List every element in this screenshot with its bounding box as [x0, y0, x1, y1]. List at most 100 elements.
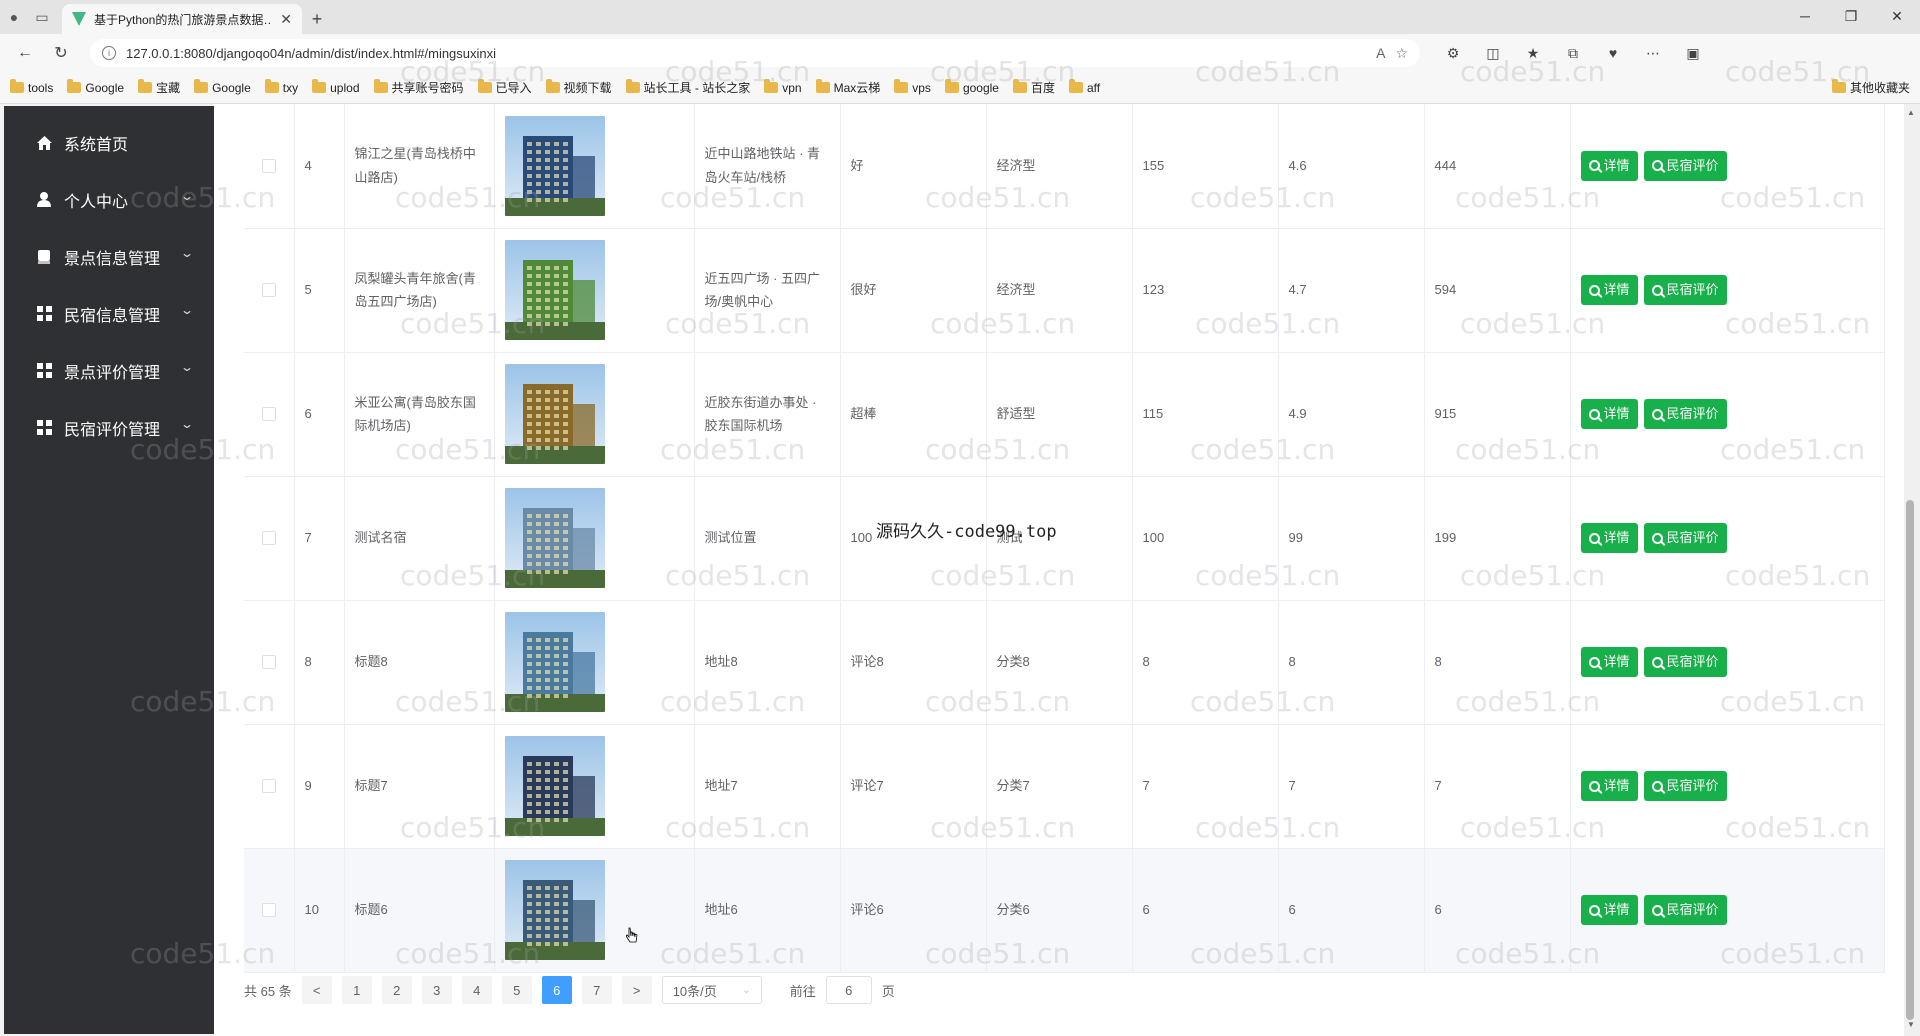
bookmark-item[interactable]: tools	[10, 79, 53, 95]
browser-tab[interactable]: 基于Python的热门旅游景点数据… ✕	[62, 4, 302, 34]
page-number-button[interactable]: 3	[421, 976, 452, 1004]
scroll-down-icon[interactable]: ▼	[1905, 1020, 1917, 1029]
split-screen-icon[interactable]: ◫	[1480, 40, 1506, 66]
detail-button-label: 详情	[1603, 282, 1630, 298]
search-icon	[1651, 284, 1663, 296]
detail-button[interactable]: 详情	[1580, 771, 1638, 801]
vue-favicon-icon	[72, 12, 86, 26]
site-info-icon[interactable]: i	[102, 46, 116, 60]
sidebar-item-5[interactable]: 景点评价管理 ⌄	[4, 342, 214, 399]
location-cell: 近胶东街道办事处 · 胶东国际机场	[694, 352, 841, 477]
favorite-star-icon[interactable]: ☆	[1395, 45, 1408, 62]
row-checkbox[interactable]	[261, 655, 276, 669]
sidebar-item-6[interactable]: 民宿评价管理 ⌄	[4, 399, 214, 456]
bookmark-item[interactable]: 视频下载	[545, 79, 612, 96]
search-icon	[1588, 532, 1600, 544]
review-button[interactable]: 民宿评价	[1643, 150, 1727, 181]
bookmark-item[interactable]: google	[944, 79, 999, 95]
new-tab-icon[interactable]: +	[302, 4, 332, 34]
other-bookmarks[interactable]: 其他收藏夹	[1831, 79, 1910, 96]
minimize-icon[interactable]: ─	[1782, 0, 1828, 32]
row-checkbox[interactable]	[261, 407, 276, 421]
actions-cell: 详情 民宿评价	[1570, 104, 1885, 229]
goto-page-input[interactable]: 6	[825, 976, 872, 1004]
collections-icon[interactable]: ⧉	[1560, 40, 1586, 66]
count-cell: 594	[1424, 228, 1571, 353]
scroll-up-icon[interactable]: ▲	[1905, 108, 1917, 117]
image-cell	[494, 352, 695, 477]
review-button[interactable]: 民宿评价	[1643, 399, 1727, 429]
bookmark-item[interactable]: vps	[894, 79, 931, 95]
close-window-icon[interactable]: ✕	[1874, 0, 1920, 32]
review-button[interactable]: 民宿评价	[1643, 647, 1727, 677]
page-number-button[interactable]: 5	[501, 976, 532, 1004]
scrollbar-thumb[interactable]	[1906, 500, 1914, 1020]
bookmark-item[interactable]: 已导入	[477, 79, 532, 96]
row-checkbox[interactable]	[261, 283, 276, 297]
bookmark-item[interactable]: 共享账号密码	[373, 79, 464, 96]
sidebar-item-1[interactable]: 系统首页	[4, 114, 214, 171]
tab-actions-icon[interactable]: ▭	[28, 3, 56, 31]
next-page-button[interactable]: >	[621, 976, 652, 1004]
bookmark-label: google	[962, 80, 999, 95]
sidebar-toggle-icon[interactable]: ▣	[1680, 40, 1706, 66]
chevron-down-icon: ⌄	[179, 417, 195, 431]
review-button[interactable]: 民宿评价	[1643, 771, 1727, 801]
bookmark-item[interactable]: 宝藏	[138, 79, 180, 96]
restore-icon[interactable]: ❐	[1828, 0, 1874, 32]
close-tab-icon[interactable]: ✕	[280, 11, 292, 28]
index-cell: 10	[294, 848, 345, 973]
back-icon[interactable]: ←	[10, 38, 40, 68]
reload-icon[interactable]: ↻	[46, 38, 76, 68]
browser-essentials-icon[interactable]: ♥	[1600, 40, 1626, 66]
index-cell: 9	[294, 724, 345, 849]
page-number-button[interactable]: 4	[461, 976, 492, 1004]
extensions-icon[interactable]: ⚙	[1440, 40, 1466, 66]
bookmark-item[interactable]: 百度	[1012, 79, 1055, 96]
detail-button[interactable]: 详情	[1580, 647, 1638, 677]
review-button[interactable]: 民宿评价	[1643, 523, 1727, 553]
sidebar-item-3[interactable]: 景点信息管理 ⌄	[4, 228, 214, 285]
detail-button-label: 详情	[1603, 530, 1630, 546]
checkbox-cell	[244, 848, 295, 973]
goto-prefix: 前往	[789, 983, 816, 999]
profile-icon[interactable]: ●	[0, 3, 28, 31]
row-checkbox[interactable]	[261, 531, 276, 545]
prev-page-button[interactable]: <	[301, 976, 332, 1004]
bookmark-item[interactable]: vpn	[764, 79, 802, 95]
review-cell: 超棒	[840, 352, 987, 477]
bookmark-item[interactable]: Google	[194, 79, 251, 95]
row-checkbox[interactable]	[261, 903, 276, 917]
detail-button[interactable]: 详情	[1580, 150, 1638, 181]
review-button[interactable]: 民宿评价	[1643, 895, 1727, 925]
category-cell: 分类8	[986, 600, 1133, 725]
detail-button[interactable]: 详情	[1580, 895, 1638, 925]
page-number-button[interactable]: 2	[381, 976, 412, 1004]
url-field[interactable]: i 127.0.0.1:8080/djangoqo04n/admin/dist/…	[90, 39, 1420, 67]
sidebar-item-2[interactable]: 个人中心 ⌄	[4, 171, 214, 228]
detail-button[interactable]: 详情	[1580, 399, 1638, 429]
detail-button[interactable]: 详情	[1580, 275, 1638, 305]
page-number-button[interactable]: 6	[541, 976, 572, 1004]
detail-button[interactable]: 详情	[1580, 523, 1638, 553]
row-checkbox[interactable]	[261, 779, 276, 793]
bookmark-item[interactable]: aff	[1069, 79, 1100, 95]
read-aloud-icon[interactable]: A	[1376, 45, 1385, 61]
more-menu-icon[interactable]: ⋯	[1640, 40, 1666, 66]
price-cell: 155	[1132, 104, 1279, 229]
bookmark-label: Google	[85, 80, 125, 95]
bookmark-item[interactable]: Google	[67, 79, 125, 95]
bookmark-item[interactable]: txy	[264, 79, 298, 95]
sidebar-item-4[interactable]: 民宿信息管理 ⌄	[4, 285, 214, 342]
actions-cell: 详情 民宿评价	[1570, 848, 1885, 973]
page-size-select[interactable]: 10条/页 ⌄	[661, 976, 762, 1004]
bookmark-item[interactable]: Max云梯	[815, 79, 880, 96]
review-button[interactable]: 民宿评价	[1643, 275, 1727, 305]
favorites-icon[interactable]: ★	[1520, 40, 1546, 66]
row-checkbox[interactable]	[261, 158, 276, 173]
detail-button-label: 详情	[1603, 902, 1630, 918]
page-number-button[interactable]: 1	[341, 976, 372, 1004]
bookmark-item[interactable]: 站长工具 - 站长之家	[625, 79, 750, 96]
page-number-button[interactable]: 7	[581, 976, 612, 1004]
bookmark-item[interactable]: uplod	[312, 79, 360, 95]
